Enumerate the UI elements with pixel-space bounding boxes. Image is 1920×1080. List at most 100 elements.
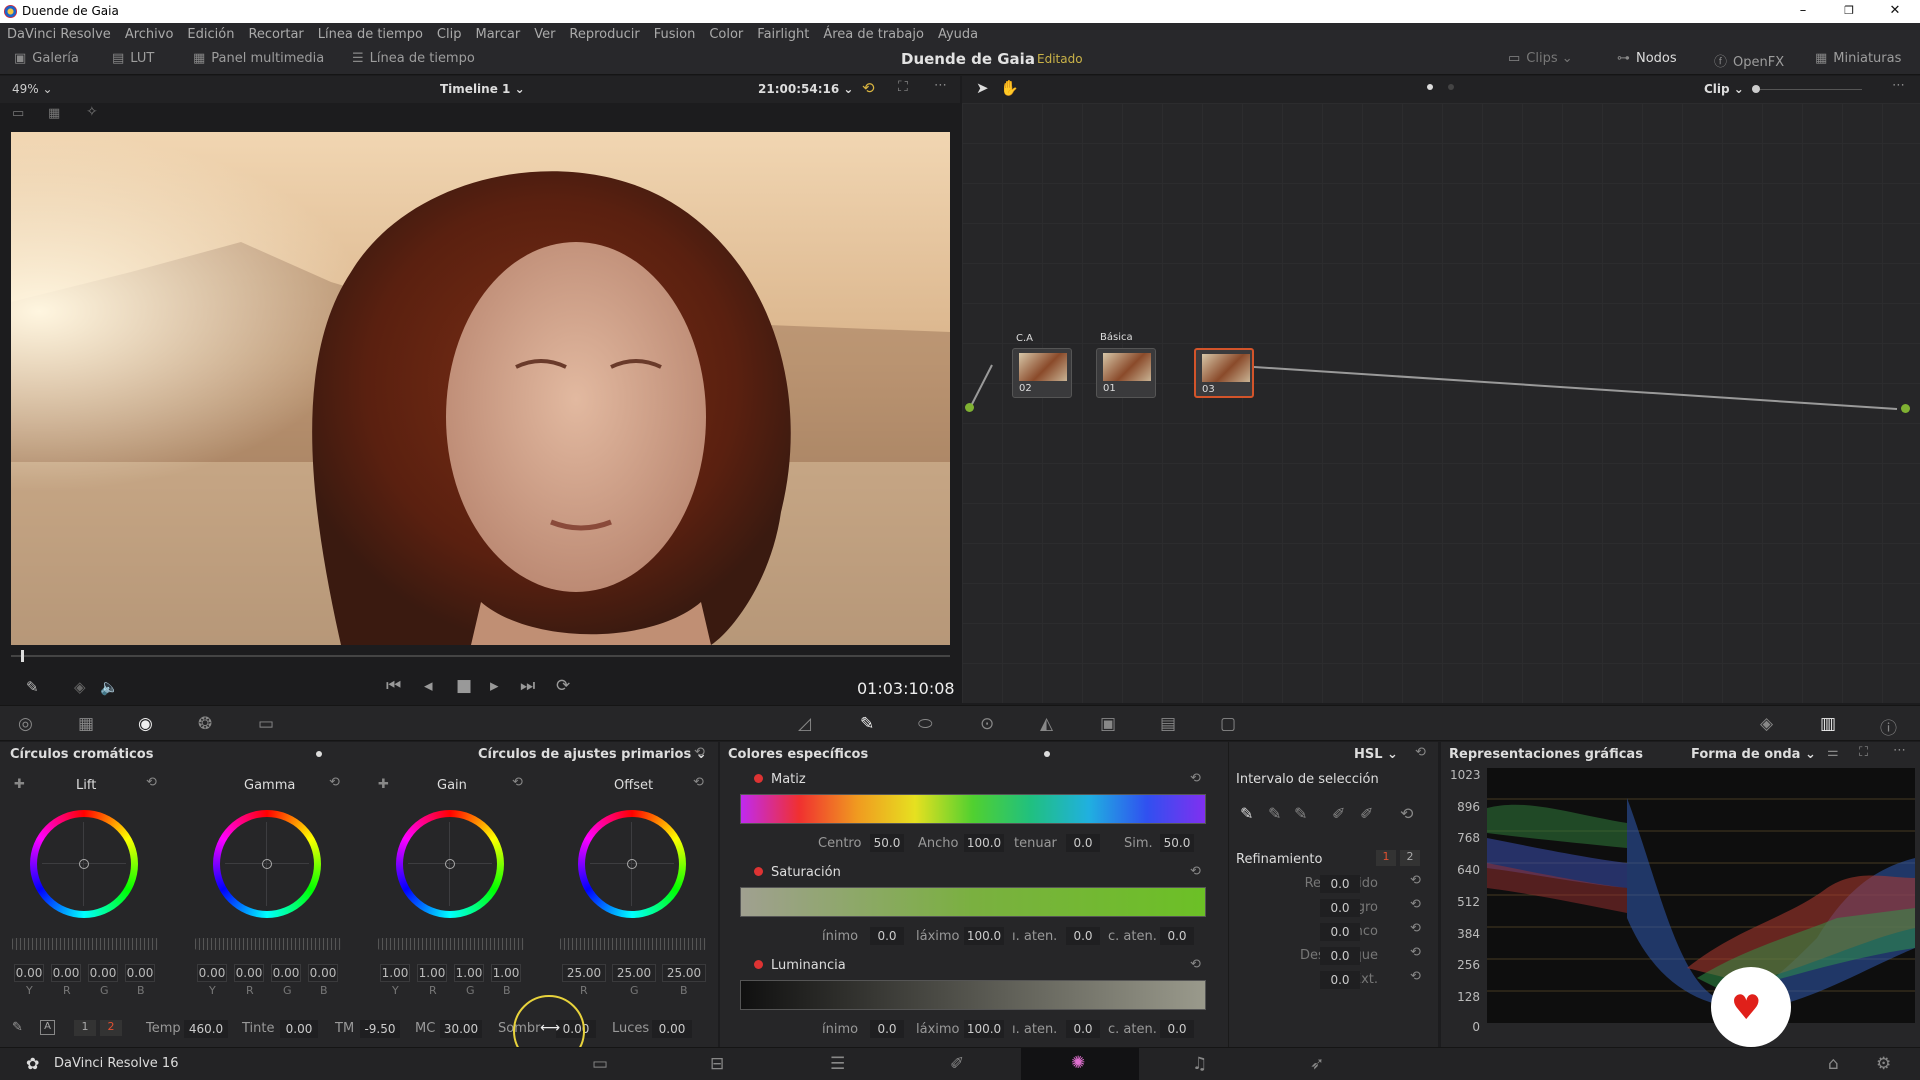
- lift-r-field[interactable]: 0.00: [51, 964, 81, 982]
- node-graph[interactable]: C.A 02 Básica 01 03: [962, 103, 1920, 703]
- color-match-icon[interactable]: ▦: [78, 714, 94, 734]
- gamma-master-slider[interactable]: [195, 938, 341, 950]
- gamma-g-field[interactable]: 0.00: [271, 964, 301, 982]
- gamma-y-field[interactable]: 0.00: [197, 964, 227, 982]
- fullscreen-icon[interactable]: ⛶: [898, 79, 908, 95]
- hue-soft-field[interactable]: 0.0: [1066, 834, 1100, 852]
- menu-area-trabajo[interactable]: Área de trabajo: [823, 27, 924, 42]
- nodes-button[interactable]: ⊶ Nodos: [1617, 51, 1677, 66]
- reset-icon[interactable]: ⟲: [329, 775, 340, 790]
- playhead[interactable]: [21, 650, 24, 662]
- color-wheels-icon[interactable]: ◉: [138, 714, 153, 734]
- offset-b-field[interactable]: 25.00: [662, 964, 706, 982]
- clips-button[interactable]: ▭ Clips ⌄: [1508, 51, 1573, 66]
- lift-g-field[interactable]: 0.00: [88, 964, 118, 982]
- scope-type-select[interactable]: Forma de onda ⌄: [1691, 747, 1816, 762]
- page-dot-active[interactable]: [1427, 84, 1433, 90]
- lum-high-soft-field[interactable]: 0.0: [1160, 1020, 1194, 1038]
- lights-field[interactable]: 0.00: [652, 1020, 692, 1038]
- gain-g-field[interactable]: 1.00: [454, 964, 484, 982]
- saturation-range-bar[interactable]: [740, 887, 1206, 917]
- hand-icon[interactable]: ✋: [1000, 79, 1019, 97]
- lum-low-soft-field[interactable]: 0.0: [1066, 1020, 1100, 1038]
- curves-icon[interactable]: ◿: [798, 714, 811, 734]
- gamma-r-field[interactable]: 0.00: [234, 964, 264, 982]
- offset-master-slider[interactable]: [560, 938, 706, 950]
- window-icon[interactable]: ⬭: [918, 714, 933, 734]
- picker-minus-icon[interactable]: ✎: [1268, 804, 1281, 823]
- key-icon[interactable]: ▤: [1160, 714, 1176, 734]
- menu-ver[interactable]: Ver: [534, 27, 555, 42]
- node-mode-select[interactable]: Clip ⌄: [1704, 82, 1744, 96]
- auto-balance-icon[interactable]: ✎: [12, 1020, 23, 1035]
- deliver-page-icon[interactable]: ➶: [1310, 1054, 1324, 1074]
- reset-icon[interactable]: ⟲: [1190, 957, 1201, 972]
- wheels-mode-select[interactable]: Círculos de ajustes primarios ⌄: [478, 747, 707, 762]
- timeline-button[interactable]: ☰ Línea de tiempo: [352, 51, 475, 66]
- hue-width-field[interactable]: 100.0: [964, 834, 1004, 852]
- eyedropper-icon[interactable]: ✎: [26, 678, 39, 696]
- hue-range-bar[interactable]: [740, 794, 1206, 824]
- color-page-tab[interactable]: ✺: [1021, 1048, 1139, 1080]
- reset-icon[interactable]: ⟲: [693, 775, 704, 790]
- fusion-page-icon[interactable]: ✐: [950, 1054, 964, 1074]
- feather-plus-icon[interactable]: ✐: [1360, 804, 1373, 823]
- tint-field[interactable]: 0.00: [280, 1020, 318, 1038]
- motion-effects-icon[interactable]: ▭: [258, 714, 274, 734]
- media-page-icon[interactable]: ▭: [592, 1054, 608, 1074]
- play-icon[interactable]: ▸: [490, 676, 499, 696]
- reset-icon[interactable]: ⟲: [1410, 897, 1421, 912]
- refine-page-2[interactable]: 2: [1400, 850, 1420, 866]
- menu-davinci[interactable]: DaVinci Resolve: [7, 27, 111, 42]
- menu-recortar[interactable]: Recortar: [248, 27, 303, 42]
- picker-plus-icon[interactable]: ✎: [1294, 804, 1307, 823]
- node-03-selected[interactable]: 03: [1194, 348, 1254, 398]
- reset-icon[interactable]: ⟲: [1410, 921, 1421, 936]
- auto-icon[interactable]: A: [40, 1020, 55, 1035]
- picker-icon[interactable]: ✚: [378, 777, 389, 792]
- luminance-range-bar[interactable]: [740, 980, 1206, 1010]
- timeline-select[interactable]: Timeline 1 ⌄: [440, 82, 525, 96]
- gallery-button[interactable]: ▣ Galería: [14, 51, 79, 66]
- loop-icon[interactable]: ⟳: [556, 676, 570, 696]
- picker-icon[interactable]: ✎: [1240, 804, 1253, 823]
- scopes-icon[interactable]: ▥: [1820, 714, 1836, 734]
- offset-r-field[interactable]: 25.00: [562, 964, 606, 982]
- feather-minus-icon[interactable]: ✐: [1332, 804, 1345, 823]
- gain-b-field[interactable]: 1.00: [491, 964, 521, 982]
- temp-field[interactable]: 460.0: [184, 1020, 228, 1038]
- maximize-button[interactable]: ❐: [1826, 0, 1872, 23]
- blur-field[interactable]: 0.0: [1320, 947, 1360, 965]
- refine-page-1[interactable]: 1: [1376, 850, 1396, 866]
- qualifier-mode-select[interactable]: HSL ⌄: [1354, 747, 1398, 762]
- reset-icon[interactable]: ⟲: [512, 775, 523, 790]
- sat-high-field[interactable]: 100.0: [964, 927, 1004, 945]
- video-viewer[interactable]: [11, 132, 950, 645]
- reset-icon[interactable]: ⟲: [1410, 873, 1421, 888]
- gamma-wheel[interactable]: [213, 810, 321, 918]
- wheel-handle[interactable]: [445, 859, 455, 869]
- blur-icon[interactable]: ▣: [1100, 714, 1116, 734]
- gain-master-slider[interactable]: [378, 938, 524, 950]
- wheel-handle[interactable]: [627, 859, 637, 869]
- menu-edicion[interactable]: Edición: [187, 27, 234, 42]
- timeline-scrubber[interactable]: [11, 655, 950, 657]
- lift-master-slider[interactable]: [12, 938, 158, 950]
- tm-field[interactable]: -9.50: [360, 1020, 400, 1038]
- expand-icon[interactable]: ⛶: [1859, 745, 1868, 760]
- menu-linea-tiempo[interactable]: Línea de tiempo: [318, 27, 423, 42]
- gain-r-field[interactable]: 1.00: [417, 964, 447, 982]
- sat-low-soft-field[interactable]: 0.0: [1066, 927, 1100, 945]
- 3d-icon[interactable]: ▢: [1220, 714, 1236, 734]
- viewer-grid-icon[interactable]: ▦: [48, 106, 60, 121]
- source-timecode[interactable]: 21:00:54:16 ⌄: [758, 82, 853, 96]
- node-02[interactable]: 02: [1012, 348, 1072, 398]
- reset-icon[interactable]: ⟲: [1190, 864, 1201, 879]
- lightbox-icon[interactable]: ◈: [1760, 714, 1773, 734]
- reverse-icon[interactable]: ◂: [424, 676, 433, 696]
- node-more-icon[interactable]: ⋯: [1892, 78, 1905, 93]
- layers-icon[interactable]: ◈: [74, 678, 86, 696]
- page-dot[interactable]: [1448, 84, 1454, 90]
- lift-b-field[interactable]: 0.00: [125, 964, 155, 982]
- last-frame-icon[interactable]: ⏭: [520, 676, 535, 696]
